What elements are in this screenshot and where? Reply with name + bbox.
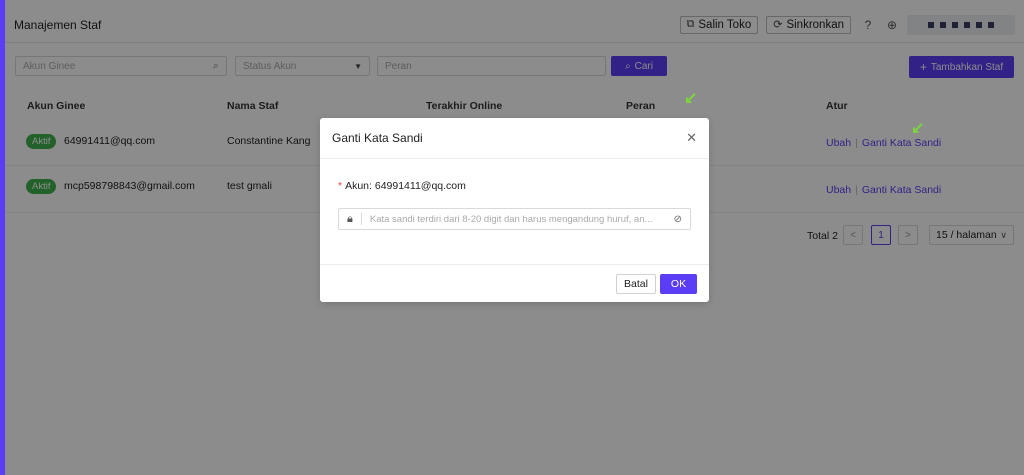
field-divider	[360, 213, 362, 225]
dialog-footer: Batal OK	[320, 264, 709, 302]
required-mark: *	[338, 180, 343, 192]
annotation-arrow-icon: ↙	[684, 90, 698, 107]
new-password-input[interactable]: 🔒︎ Kata sandi terdiri dari 8-20 digit da…	[338, 208, 691, 230]
eye-off-icon[interactable]: ⊘	[674, 214, 682, 225]
lock-icon: 🔒︎	[347, 212, 353, 225]
annotation-arrow-icon: ↙	[911, 120, 925, 137]
cancel-button[interactable]: Batal	[616, 274, 656, 294]
ok-button[interactable]: OK	[660, 274, 697, 294]
left-accent-bar	[0, 0, 5, 475]
dialog-header: Ganti Kata Sandi ✕	[320, 118, 709, 159]
account-label: * Akun: 64991411@qq.com	[338, 180, 466, 192]
close-icon[interactable]: ✕	[686, 130, 697, 146]
dialog-title: Ganti Kata Sandi	[332, 131, 423, 145]
password-placeholder: Kata sandi terdiri dari 8-20 digit dan h…	[369, 213, 653, 225]
account-label-text: Akun: 64991411@qq.com	[345, 180, 466, 192]
change-password-dialog: Ganti Kata Sandi ✕ * Akun: 64991411@qq.co…	[320, 118, 709, 302]
